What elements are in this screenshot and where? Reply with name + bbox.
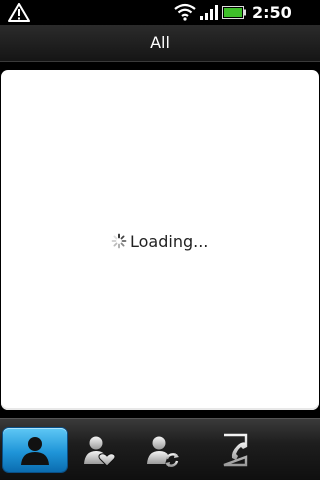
- warning-icon: [8, 3, 30, 22]
- signal-icon: [200, 5, 218, 20]
- loading-text: Loading...: [130, 231, 209, 251]
- person-heart-icon: [84, 436, 116, 467]
- person-icon: [21, 437, 49, 465]
- tab-call-history[interactable]: [203, 428, 267, 472]
- tab-favorites[interactable]: [67, 428, 131, 472]
- title-bar: All: [0, 25, 320, 62]
- person-sync-icon: [147, 436, 179, 467]
- bottom-tab-bar: [0, 418, 320, 480]
- wifi-icon: [174, 3, 196, 21]
- loading-indicator: Loading...: [111, 230, 208, 252]
- page-title[interactable]: All: [0, 33, 320, 52]
- tab-people[interactable]: [3, 428, 67, 472]
- tab-groups[interactable]: [131, 428, 195, 472]
- spinner-icon: [111, 233, 127, 249]
- call-history-icon: [223, 433, 248, 467]
- battery-icon: [222, 6, 246, 19]
- contacts-list-panel: Loading...: [1, 70, 319, 410]
- status-bar: 2:50 AM: [0, 0, 320, 41]
